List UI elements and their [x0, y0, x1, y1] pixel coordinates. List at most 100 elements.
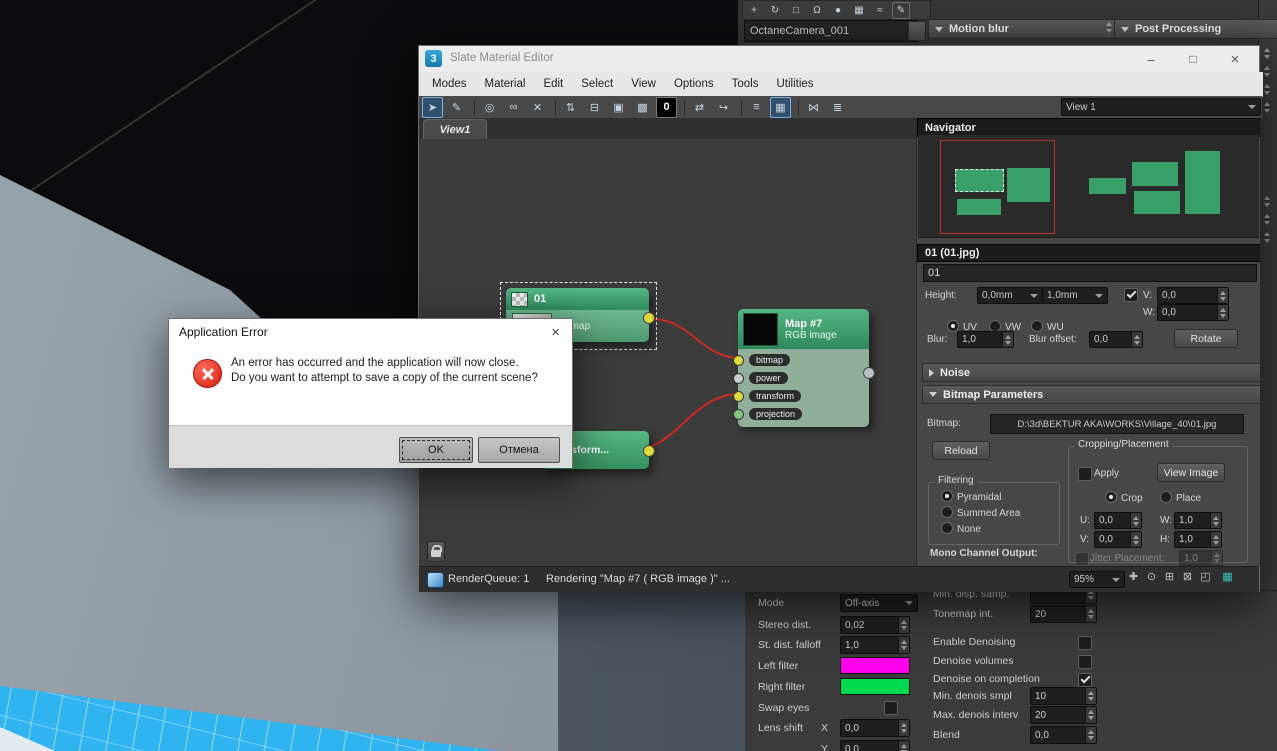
rotate-tool-icon[interactable]: ↻ — [766, 2, 784, 19]
link-nodes-icon[interactable]: ∞ — [503, 97, 524, 118]
st-dist-falloff-spinner[interactable]: 1,0 — [840, 636, 910, 654]
cancel-button[interactable]: Отмена — [478, 437, 560, 463]
blur-offset-spinner[interactable]: 0,0 — [1089, 331, 1143, 348]
map-name-input[interactable] — [923, 264, 1257, 282]
lens-shift-y-spinner[interactable]: 0,0 — [840, 740, 910, 751]
layout-all-icon[interactable]: ≡ — [746, 97, 767, 118]
pen-tool-icon[interactable]: ✎ — [892, 1, 910, 19]
tab-view1[interactable]: View1 — [423, 119, 487, 140]
slot-bitmap[interactable]: bitmap — [733, 351, 869, 369]
show-window-icon[interactable]: ▣ — [608, 97, 629, 118]
spinner-arrows[interactable] — [1217, 288, 1228, 303]
spinner-arrows[interactable] — [1210, 532, 1221, 547]
crop-u-spinner[interactable]: 0,0 — [1094, 512, 1142, 529]
material-params-header[interactable]: 01 (01.jpg) × — [917, 244, 1260, 262]
rollout-bitmap-parameters[interactable]: Bitmap Parameters — [922, 385, 1260, 404]
menu-edit[interactable]: Edit — [534, 78, 572, 90]
view-selector-dropdown[interactable]: View 1 — [1061, 98, 1261, 116]
output-connector[interactable] — [643, 312, 655, 324]
spinner-arrows[interactable] — [1217, 305, 1228, 320]
spinner-arrows[interactable] — [1130, 513, 1141, 528]
right-filter-swatch[interactable] — [840, 678, 910, 695]
menu-modes[interactable]: Modes — [423, 78, 476, 90]
filter-none-radio[interactable]: None — [941, 522, 981, 535]
scale-tool-icon[interactable]: □ — [787, 2, 805, 19]
show-map-in-viewport-icon[interactable]: 0 — [656, 96, 677, 118]
spinner-arrows[interactable] — [1085, 707, 1096, 723]
w-coord-spinner[interactable]: 0,0 — [1157, 304, 1229, 321]
slot-projection[interactable]: projection — [733, 405, 869, 423]
denoise-volumes-checkbox[interactable] — [1078, 655, 1092, 669]
node-map7[interactable]: Map #7 RGB image bitmap power transform … — [733, 309, 875, 427]
min-denois-smpl-spinner[interactable]: 10 — [1030, 687, 1097, 705]
input-connector-power[interactable] — [733, 372, 744, 384]
param-spinner[interactable] — [1264, 196, 1270, 207]
reload-button[interactable]: Reload — [932, 441, 990, 460]
menu-utilities[interactable]: Utilities — [767, 78, 822, 90]
layout-children-icon[interactable]: ▦ — [770, 96, 791, 118]
min-disp-samp-spinner[interactable] — [1030, 591, 1097, 604]
pan-lock-button[interactable] — [427, 541, 445, 562]
output-connector[interactable] — [863, 367, 875, 379]
menu-material[interactable]: Material — [476, 78, 535, 90]
close-button[interactable]: × — [1215, 46, 1255, 72]
height-units-dropdown-1[interactable]: 0,0mm — [977, 287, 1043, 304]
blur-spinner[interactable]: 1,0 — [957, 331, 1014, 348]
param-spinner[interactable] — [1264, 84, 1270, 95]
input-connector-projection[interactable] — [733, 408, 744, 420]
slot-power[interactable]: power — [733, 369, 869, 387]
delete-selected-icon[interactable]: ✕ — [527, 97, 548, 118]
wu-radio[interactable]: WU — [1031, 320, 1064, 333]
menu-view[interactable]: View — [622, 78, 665, 90]
minimize-button[interactable]: – — [1131, 46, 1171, 72]
jitter-checkbox[interactable] — [1075, 552, 1089, 566]
bitmap-path-button[interactable]: D:\3d\BEKTUR AKA\WORKS\Village_40\01.jpg — [990, 414, 1244, 434]
mode-select[interactable]: Off-axis — [840, 594, 918, 612]
scroll-spinner[interactable] — [1106, 22, 1112, 33]
zoom-level-dropdown[interactable]: 95% — [1069, 571, 1125, 588]
spinner-arrows[interactable] — [1085, 606, 1096, 622]
spinner-arrows[interactable] — [1131, 332, 1142, 347]
swap-icon[interactable]: ⇄ — [689, 97, 710, 118]
assign-material-icon[interactable]: ◎ — [479, 97, 500, 118]
view-image-button[interactable]: View Image — [1157, 463, 1225, 482]
spinner-arrows[interactable] — [898, 617, 909, 633]
spinner-arrows[interactable] — [1085, 688, 1096, 704]
zoom-region-icon[interactable]: ⊞ — [1161, 570, 1178, 583]
navigator-canvas[interactable] — [918, 135, 1259, 238]
menu-select[interactable]: Select — [572, 78, 622, 90]
rotate-button[interactable]: Rotate — [1174, 329, 1238, 348]
rollout-noise[interactable]: Noise — [922, 363, 1260, 382]
crop-radio[interactable]: Crop — [1105, 491, 1143, 504]
camera-name-field[interactable]: OctaneCamera_001 — [744, 20, 918, 42]
maximize-button[interactable]: □ — [1173, 46, 1213, 72]
navigator-toggle-icon[interactable]: ≣ — [827, 97, 848, 118]
crop-w-spinner[interactable]: 1,0 — [1174, 512, 1222, 529]
pan-to-selected-icon[interactable]: ▦ — [1219, 570, 1236, 583]
slot-transform[interactable]: transform — [733, 387, 869, 405]
spinner-arrows[interactable] — [1210, 513, 1221, 528]
dialog-close-icon[interactable]: × — [551, 324, 560, 341]
param-spinner[interactable] — [1264, 102, 1270, 113]
material-id-channel-icon[interactable]: ⋈ — [803, 97, 824, 118]
place-radio[interactable]: Place — [1160, 491, 1201, 504]
move-tool-icon[interactable]: + — [745, 2, 763, 19]
spinner-arrows[interactable] — [898, 741, 909, 751]
snap-magnet-icon[interactable]: Ω — [808, 2, 826, 19]
pan-tool-icon[interactable]: ✚ — [1125, 570, 1142, 583]
spinner-arrows[interactable] — [1130, 532, 1141, 547]
v-coord-spinner[interactable]: 0,0 — [1157, 287, 1229, 304]
camera-pick-button[interactable] — [908, 21, 926, 41]
curve-icon[interactable]: ≈ — [871, 2, 889, 19]
output-connector[interactable] — [643, 445, 655, 457]
move-children-icon[interactable]: ⇅ — [560, 97, 581, 118]
param-spinner[interactable] — [1264, 214, 1270, 225]
filter-pyramidal-radio[interactable]: Pyramidal — [941, 490, 1001, 503]
tonemap-int-spinner[interactable]: 20 — [1030, 605, 1097, 623]
apply-checkbox[interactable] — [1078, 467, 1092, 481]
swap-eyes-checkbox[interactable] — [884, 701, 898, 715]
ok-button[interactable]: OK — [399, 437, 473, 463]
menu-options[interactable]: Options — [665, 78, 723, 90]
spinner-arrows[interactable] — [1085, 727, 1096, 743]
blend-spinner[interactable]: 0,0 — [1030, 726, 1097, 744]
